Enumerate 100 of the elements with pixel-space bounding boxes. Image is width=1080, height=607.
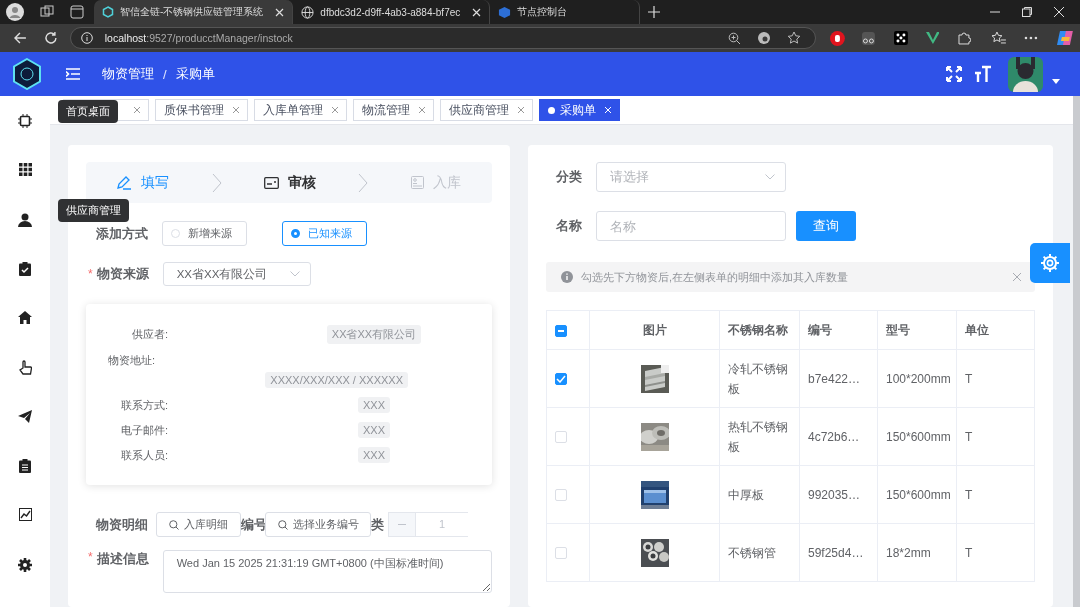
chevron-down-icon — [289, 271, 300, 277]
info-label: 供应者: — [130, 327, 168, 342]
settings-button[interactable] — [1030, 243, 1070, 283]
swirl-icon[interactable] — [756, 31, 771, 45]
column-header: 型号 — [886, 322, 910, 337]
more-icon[interactable] — [1024, 36, 1039, 40]
user-icon[interactable] — [18, 212, 32, 227]
info-icon[interactable] — [80, 32, 93, 44]
caret-icon[interactable] — [1052, 78, 1060, 84]
text-size-icon[interactable] — [974, 65, 992, 83]
page-tab[interactable]: 质保书管理 — [155, 99, 248, 121]
number-search-button[interactable]: 选择业务编号 — [265, 512, 371, 537]
pen-icon — [117, 175, 133, 190]
browser-tab[interactable]: 智信全链-不锈钢供应链管理系统 — [94, 0, 294, 24]
favorites-icon[interactable] — [991, 31, 1007, 45]
chevron-icon — [358, 172, 369, 193]
send-icon[interactable] — [18, 409, 32, 423]
required-mark: * — [88, 267, 93, 281]
glasses-icon[interactable] — [860, 30, 876, 46]
table-cell: 不锈钢管 — [728, 545, 776, 560]
field-label: 添加方式 — [96, 224, 148, 243]
settings-icon[interactable] — [18, 557, 32, 572]
step-label: 审核 — [287, 173, 316, 192]
page-tab[interactable]: 采购单 — [539, 99, 620, 121]
reload-icon[interactable] — [43, 31, 58, 45]
back-icon[interactable] — [13, 31, 27, 45]
select-field[interactable]: XX省XX有限公司 — [162, 262, 311, 286]
table-cell: 中厚板 — [728, 487, 764, 502]
breadcrumb-item[interactable]: 采购单 — [175, 65, 215, 83]
url-text: localhost:9527/producctManager/instock — [104, 32, 293, 44]
name-field[interactable]: 名称 — [596, 211, 786, 241]
scrollbar[interactable] — [1073, 96, 1080, 607]
zoom-icon[interactable] — [727, 31, 741, 45]
fullscreen-icon[interactable] — [946, 66, 962, 82]
tab-actions-icon[interactable] — [70, 5, 84, 19]
column-header: 图片 — [642, 322, 667, 337]
required-mark: * — [88, 550, 93, 564]
alert-text: 勾选先下方物资后,在左侧表单的明细中添加其入库数量 — [581, 269, 849, 285]
info-value: XXX — [358, 422, 390, 438]
table-cell: b7e422… — [808, 371, 861, 386]
puzzle-icon[interactable] — [957, 31, 972, 45]
page-tab[interactable]: 入库单管理 — [254, 99, 347, 121]
address-bar[interactable]: localhost:9527/producctManager/instock — [69, 27, 816, 49]
info-value: XXX — [358, 447, 390, 463]
info-value: XXXX/XXX/XXX / XXXXXX — [265, 372, 408, 388]
info-label: 电子邮件: — [119, 422, 168, 438]
tooltip: 供应商管理 — [58, 198, 129, 222]
table-cell: 热轧不锈钢板 — [728, 419, 788, 454]
table-cell: T — [965, 487, 973, 502]
info-label: 联系方式: — [119, 397, 168, 413]
description-field[interactable]: Wed Jan 15 2025 21:31:19 GMT+0800 (中国标准时间) — [162, 550, 492, 593]
table-cell: 冷轧不锈钢板 — [728, 361, 788, 396]
row-checkbox[interactable] — [555, 373, 567, 386]
new-tab-icon[interactable] — [648, 6, 661, 18]
card-icon — [263, 176, 279, 189]
v-icon[interactable] — [925, 32, 940, 44]
field-label: 物资来源 — [96, 265, 149, 283]
profile-icon[interactable] — [6, 3, 24, 21]
table-cell: T — [965, 545, 973, 560]
avatar[interactable] — [1008, 56, 1043, 92]
search-icon — [169, 519, 179, 530]
restore-icon[interactable] — [1022, 7, 1032, 17]
copilot-icon[interactable] — [1056, 29, 1074, 47]
chip-icon[interactable] — [18, 114, 32, 128]
info-icon — [561, 271, 573, 283]
table-cell: 4c72b6… — [808, 429, 860, 444]
field-label: 物资明细 — [96, 515, 148, 534]
field-label: 分类 — [556, 168, 582, 186]
clipboard-icon[interactable] — [19, 459, 31, 474]
star-icon[interactable] — [786, 31, 801, 45]
grid-icon[interactable] — [18, 163, 32, 177]
menu-icon[interactable] — [66, 68, 80, 80]
hand-stop-icon[interactable] — [829, 30, 845, 46]
column-header: 单位 — [965, 322, 989, 337]
logo-icon — [12, 58, 42, 90]
dice-icon[interactable] — [893, 31, 908, 45]
hand-pointer-icon[interactable] — [18, 360, 32, 376]
home-icon[interactable] — [18, 311, 32, 325]
field-label: 类 — [371, 515, 384, 534]
table-cell-text: 150*600mm — [886, 486, 952, 504]
workspaces-icon[interactable] — [40, 5, 54, 19]
chart-icon[interactable] — [18, 508, 32, 522]
settings-icon — [1040, 253, 1060, 273]
select-all-checkbox[interactable] — [555, 324, 567, 337]
dot-icon — [548, 106, 555, 114]
table-cell-text: 100*200mm — [886, 370, 952, 388]
clipboard-check-icon[interactable] — [19, 261, 31, 276]
table-cell: T — [965, 429, 973, 444]
radio-button[interactable]: 新增来源 — [162, 221, 247, 246]
page-tab[interactable]: 供应商管理 — [440, 99, 533, 121]
tooltip: 首页桌面 — [58, 100, 118, 123]
detail-search-button[interactable]: 入库明细 — [156, 512, 241, 537]
chevron-icon — [211, 172, 222, 193]
image-icon — [410, 176, 424, 189]
table-cell: 59f25d4… — [808, 545, 864, 560]
page-tab[interactable]: 物流管理 — [353, 99, 434, 121]
hexagon-icon — [102, 6, 114, 18]
breadcrumb-item[interactable]: 物资管理 — [102, 65, 154, 83]
field-label: 描述信息 — [96, 550, 149, 568]
table-cell: T — [965, 371, 973, 386]
